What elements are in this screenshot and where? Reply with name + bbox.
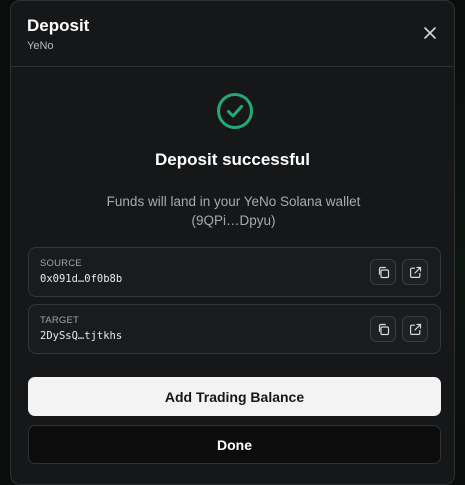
- modal-subtitle: YeNo: [27, 40, 54, 52]
- description-line: Funds will land in your YeNo Solana wall…: [106, 194, 361, 209]
- close-icon: [424, 27, 436, 39]
- copy-icon: [378, 323, 389, 335]
- copy-icon: [378, 266, 389, 278]
- source-address-card: SOURCE 0x091d…0f0b8b: [28, 247, 441, 297]
- external-link-icon: [409, 266, 421, 278]
- source-address: 0x091d…0f0b8b: [40, 273, 123, 285]
- backdrop: [455, 0, 465, 485]
- copy-source-button[interactable]: [370, 259, 396, 285]
- external-link-icon: [409, 323, 421, 335]
- done-button[interactable]: Done: [28, 425, 441, 464]
- target-address: 2DySsQ…tjtkhs: [40, 330, 123, 342]
- open-source-explorer-button[interactable]: [402, 259, 428, 285]
- source-label: SOURCE: [40, 258, 82, 269]
- copy-target-button[interactable]: [370, 316, 396, 342]
- modal-title: Deposit: [27, 16, 90, 35]
- wallet-address-short: (9QPi…Dpyu): [191, 213, 276, 228]
- modal-header: Deposit YeNo: [11, 1, 454, 67]
- target-address-card: TARGET 2DySsQ…tjtkhs: [28, 304, 441, 354]
- check-circle-icon: [217, 93, 253, 129]
- add-trading-balance-button[interactable]: Add Trading Balance: [28, 377, 441, 416]
- deposit-modal: Deposit YeNo Deposit successful Funds wi…: [10, 0, 455, 485]
- target-label: TARGET: [40, 315, 80, 326]
- success-description: Funds will land in your YeNo Solana wall…: [51, 192, 416, 230]
- success-title: Deposit successful: [155, 150, 310, 169]
- open-target-explorer-button[interactable]: [402, 316, 428, 342]
- close-button[interactable]: [422, 25, 438, 41]
